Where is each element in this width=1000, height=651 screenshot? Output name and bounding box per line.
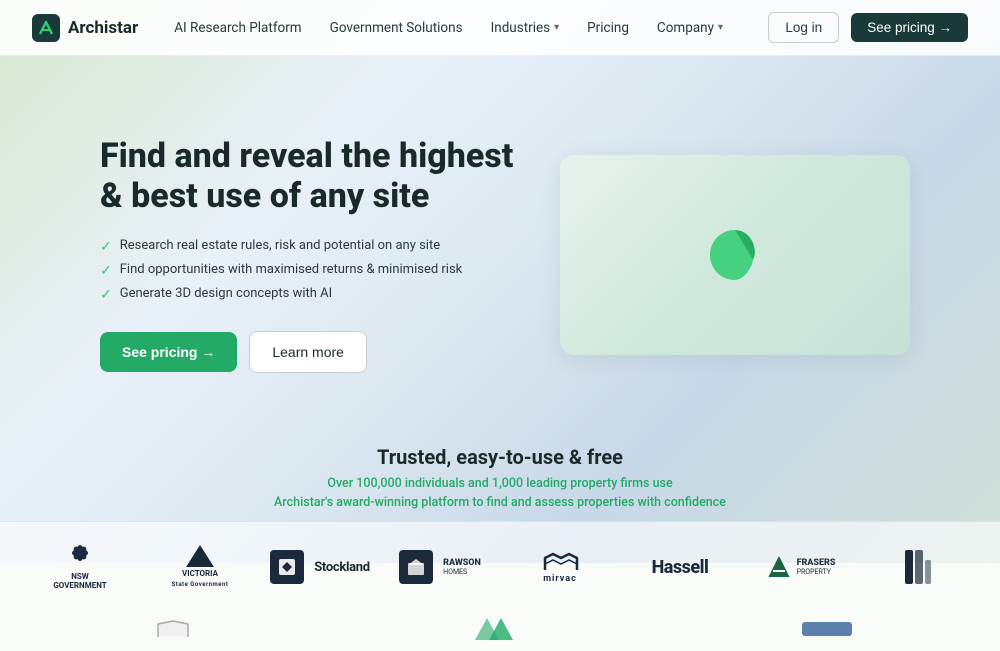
learn-more-button[interactable]: Learn more — [249, 331, 367, 373]
logo-text: Archistar — [68, 18, 138, 38]
hero-section: Find and reveal the highest & best use o… — [0, 56, 1000, 433]
trusted-subtitle: Over 100,000 individuals and 1,000 leadi… — [0, 475, 1000, 513]
navbar: Archistar AI Research Platform Governmen… — [0, 0, 1000, 56]
bottom-logo-1-icon — [153, 619, 193, 639]
nav-ai-research[interactable]: AI Research Platform — [174, 20, 301, 36]
stockland-box-icon — [270, 550, 304, 584]
logo-hassell: Hassell — [620, 542, 740, 592]
industries-chevron-icon: ▾ — [554, 22, 559, 33]
logo-nsw: NSWGOVERNMENT — [20, 542, 140, 592]
hero-title: Find and reveal the highest & best use o… — [100, 136, 520, 216]
hero-features-list: ✓ Research real estate rules, risk and p… — [100, 238, 520, 303]
feature-1: ✓ Research real estate rules, risk and p… — [100, 238, 520, 255]
nav-company[interactable]: Company ▾ — [657, 20, 723, 36]
check-icon-1: ✓ — [100, 239, 112, 255]
nsw-flower-icon — [64, 543, 96, 571]
nav-industries[interactable]: Industries ▾ — [491, 20, 560, 36]
nav-pricing[interactable]: Pricing — [587, 20, 629, 36]
logos-row: NSWGOVERNMENT VICTORIAState Government S… — [0, 521, 1000, 601]
feature-2: ✓ Find opportunities with maximised retu… — [100, 262, 520, 279]
logo-link[interactable]: Archistar — [32, 14, 138, 42]
trusted-title: Trusted, easy-to-use & free — [0, 445, 1000, 469]
logo-rawson: RAWSON HOMES — [380, 542, 500, 592]
nav-links: AI Research Platform Government Solution… — [174, 20, 768, 36]
bottom-logo-2-icon — [475, 618, 525, 640]
logos-bottom-row — [0, 601, 1000, 651]
bottom-logo-2 — [347, 609, 654, 649]
company-chevron-icon: ▾ — [718, 22, 723, 33]
feature-3: ✓ Generate 3D design concepts with AI — [100, 286, 520, 303]
see-pricing-button[interactable]: See pricing → — [100, 332, 237, 372]
hero-text-block: Find and reveal the highest & best use o… — [100, 136, 520, 373]
partial-logo-icon — [905, 550, 935, 584]
trusted-section: Trusted, easy-to-use & free Over 100,000… — [0, 433, 1000, 521]
rawson-box-icon — [399, 550, 433, 584]
check-icon-3: ✓ — [100, 287, 112, 303]
hero-image-panel — [560, 155, 910, 355]
archistar-hero-logo-icon — [700, 220, 770, 290]
hero-buttons: See pricing → Learn more — [100, 331, 520, 373]
bottom-logo-1 — [20, 609, 327, 649]
frasers-icon — [765, 553, 793, 581]
nav-actions: Log in See pricing → — [768, 12, 968, 43]
archistar-logo-icon — [32, 14, 60, 42]
logo-frasers: FRASERS PROPERTY — [740, 542, 860, 592]
logo-victoria: VICTORIAState Government — [140, 542, 260, 592]
victoria-triangle-icon — [186, 545, 214, 567]
bottom-logo-3 — [673, 609, 980, 649]
check-icon-2: ✓ — [100, 263, 112, 279]
logo-mirvac: mirvac — [500, 542, 620, 592]
nav-government[interactable]: Government Solutions — [330, 20, 463, 36]
nav-see-pricing-button[interactable]: See pricing → — [851, 13, 968, 42]
logo-stockland: Stockland — [260, 542, 380, 592]
mirvac-icon — [541, 550, 579, 574]
logo-partial — [860, 542, 980, 592]
bottom-logo-3-icon — [802, 622, 852, 636]
login-button[interactable]: Log in — [768, 12, 839, 43]
